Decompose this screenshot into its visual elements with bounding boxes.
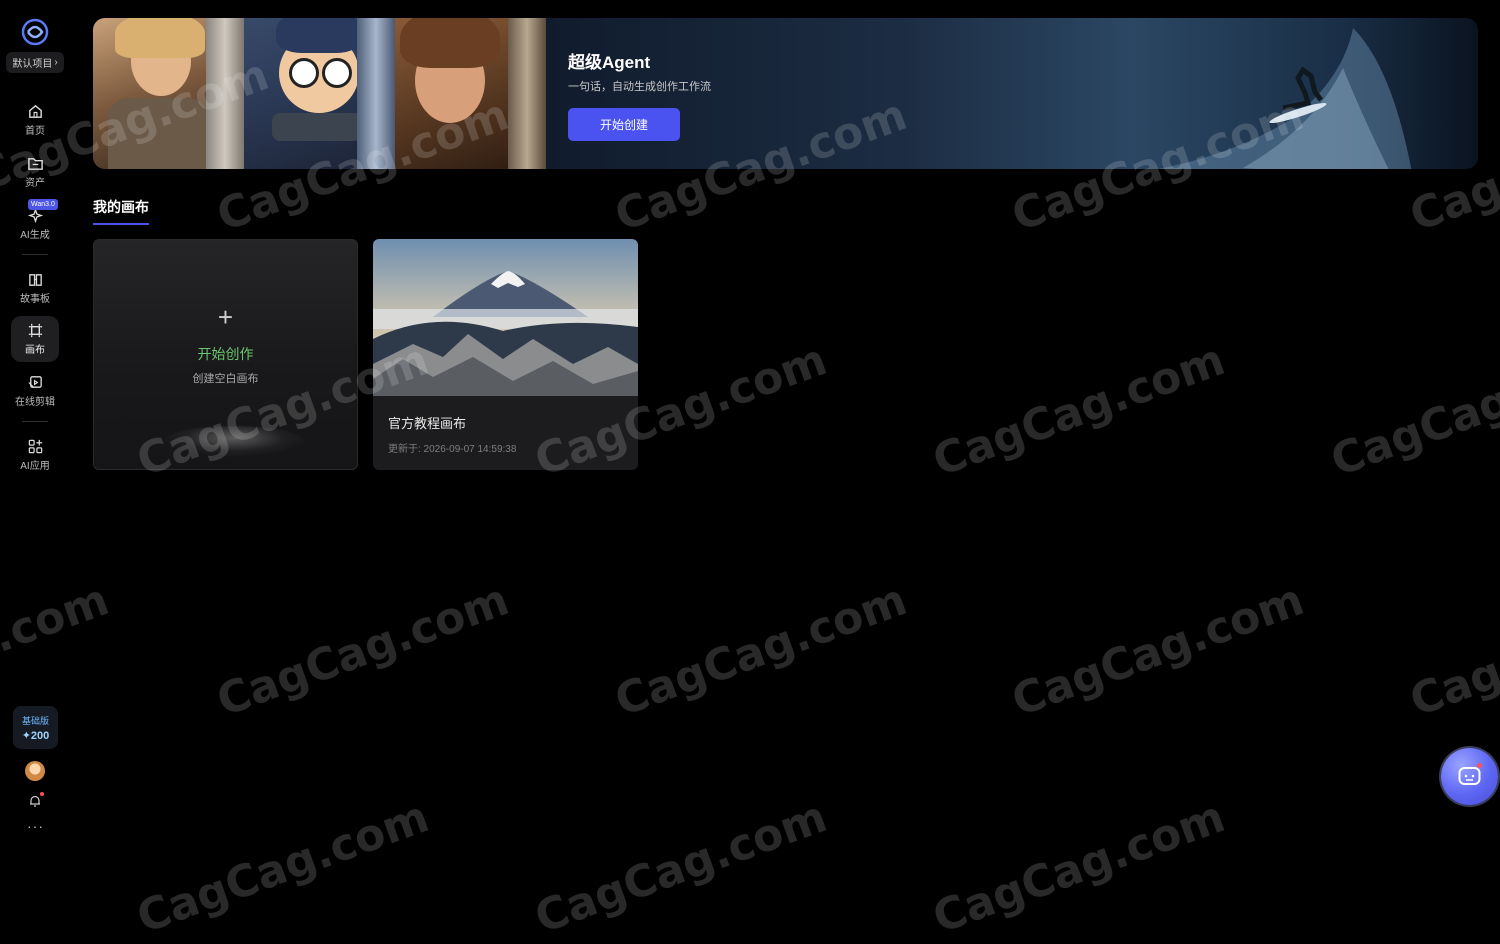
folder-icon (27, 158, 43, 170)
sidebar-item-label: 首页 (25, 126, 45, 137)
new-canvas-title: 开始创作 (197, 346, 254, 362)
sidebar-divider (22, 421, 48, 422)
surfer-wave-image (1158, 28, 1412, 169)
home-icon (28, 104, 42, 118)
chevron-right-icon: › (54, 57, 58, 68)
project-selector[interactable]: 默认项目 › (6, 52, 64, 73)
watermark: CagCag.com (1403, 574, 1500, 727)
new-model-badge: Wan3.0 (28, 199, 58, 210)
sidebar-item-ai-apps[interactable]: AI应用 (11, 432, 59, 478)
new-canvas-card[interactable]: + 开始创作 创建空白画布 (93, 239, 358, 470)
banner-subtitle: 一句话，自动生成创作工作流 (568, 81, 711, 93)
sidebar-item-home[interactable]: 首页 (11, 97, 59, 143)
banner-thumbnail-cartoon-boy (244, 18, 395, 169)
tab-my-canvas[interactable]: 我的画布 (93, 197, 149, 225)
chat-robot-icon (1458, 767, 1481, 785)
canvas-icon (28, 323, 42, 338)
project-name: 默认项目 (12, 59, 53, 70)
watermark: CagCag.com (528, 791, 834, 944)
decorative-glow (164, 426, 304, 456)
app-logo-icon[interactable] (21, 18, 49, 46)
bell-icon[interactable] (28, 794, 42, 808)
watermark: CagCag.com (130, 791, 436, 944)
start-create-button[interactable]: 开始创建 (568, 108, 680, 141)
video-edit-icon (27, 376, 42, 388)
sidebar-item-canvas[interactable]: 画布 (11, 316, 59, 362)
sidebar-item-label: AI应用 (20, 461, 50, 472)
user-avatar[interactable] (25, 761, 45, 781)
agent-banner[interactable]: 超级Agent 一句话，自动生成创作工作流 开始创建 (93, 18, 1478, 169)
plan-credits-box[interactable]: 基础版 ✦200 (13, 706, 58, 749)
sidebar-item-label: 资产 (25, 178, 45, 189)
sidebar: 默认项目 › 首页 资产 AI生成 Wan3.0 故事板 画布 在线剪辑 AI应… (0, 0, 70, 874)
sidebar-divider (22, 254, 48, 255)
tutorial-canvas-title: 官方教程画布 (388, 416, 467, 431)
sidebar-item-label: 画布 (25, 345, 45, 356)
credits-count: ✦200 (22, 729, 50, 742)
watermark: CagCag.com (926, 334, 1232, 487)
new-canvas-subtitle: 创建空白画布 (192, 373, 259, 385)
storyboard-icon (28, 274, 42, 286)
mountain-thumbnail (373, 239, 638, 396)
apps-icon (28, 439, 42, 454)
plan-name: 基础版 (21, 715, 49, 726)
sidebar-item-online-edit[interactable]: 在线剪辑 (11, 368, 59, 414)
banner-thumbnail-woman (93, 18, 244, 169)
chat-notification-dot (1477, 763, 1482, 768)
watermark: CagCag.com (1324, 334, 1500, 487)
banner-title: 超级Agent (568, 53, 651, 72)
banner-thumbnail-laughing-woman (395, 18, 546, 169)
assistant-chat-button[interactable] (1441, 748, 1498, 805)
sidebar-item-storyboard[interactable]: 故事板 (11, 265, 59, 311)
diamond-icon: ✦ (21, 729, 31, 742)
tutorial-canvas-date: 更新于: 2026-09-07 14:59:38 (388, 444, 517, 455)
watermark: CagCag.com (608, 574, 914, 727)
sidebar-item-label: AI生成 (20, 230, 50, 241)
sidebar-item-assets[interactable]: 资产 (11, 149, 59, 195)
notification-dot (40, 792, 44, 796)
sidebar-item-label: 在线剪辑 (15, 397, 55, 408)
more-icon[interactable]: ··· (27, 818, 44, 834)
watermark: CagCag.com (210, 574, 516, 727)
plus-icon: + (217, 302, 234, 332)
tutorial-canvas-card[interactable]: 官方教程画布 更新于: 2026-09-07 14:59:38 (373, 239, 638, 470)
watermark: CagCag.com (926, 791, 1232, 944)
watermark: CagCag.com (1005, 574, 1311, 727)
sidebar-item-label: 故事板 (20, 294, 50, 305)
credits-value: 200 (30, 729, 50, 742)
